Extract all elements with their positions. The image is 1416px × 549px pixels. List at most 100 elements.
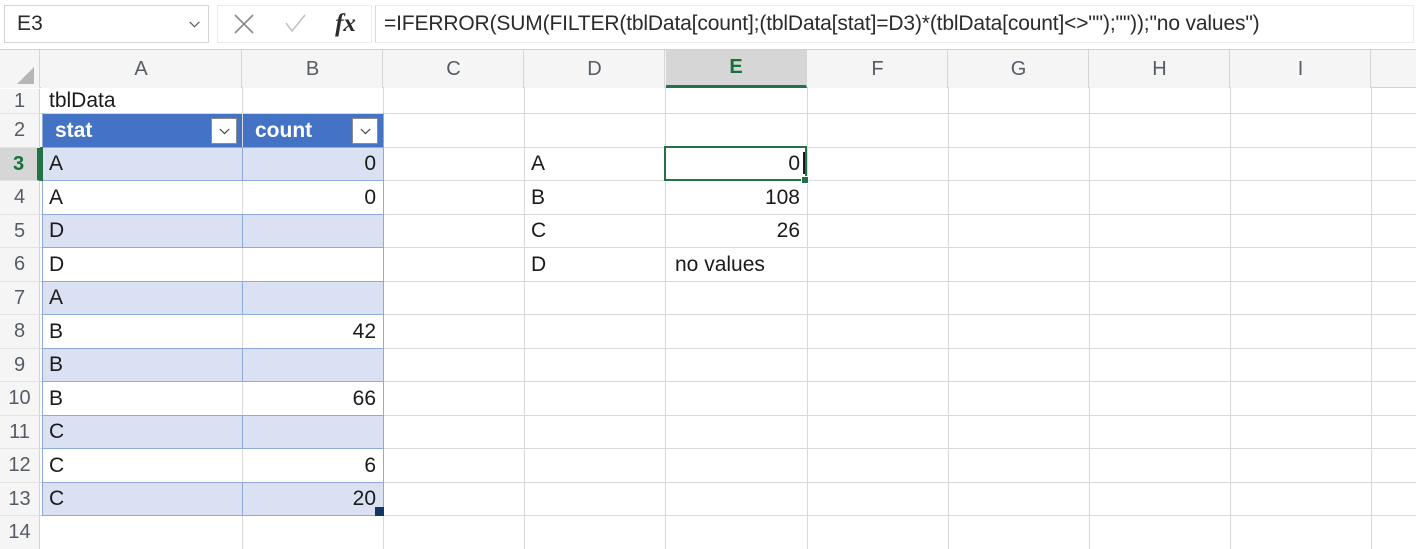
cell-b12[interactable]: 6: [243, 449, 382, 482]
cell-e5[interactable]: 26: [666, 215, 806, 247]
cell-b7[interactable]: [243, 282, 382, 314]
table-edge-right: [383, 113, 384, 516]
row-header-9[interactable]: 9: [0, 349, 40, 382]
select-all-triangle-icon: [17, 67, 34, 84]
cell-b13[interactable]: 20: [243, 483, 382, 515]
row-header-13[interactable]: 13: [0, 483, 40, 516]
cell-a11[interactable]: C: [43, 416, 241, 448]
cell-value: C: [49, 420, 65, 443]
cell-a8[interactable]: B: [43, 315, 241, 348]
gridline-vertical: [1089, 88, 1090, 549]
column-header-g[interactable]: G: [949, 50, 1089, 88]
confirm-formula-button[interactable]: [271, 6, 319, 42]
cell-a10[interactable]: B: [43, 382, 241, 415]
row-header-label: 7: [13, 286, 26, 309]
column-header-label: G: [1010, 57, 1027, 80]
cell-b10[interactable]: 66: [243, 382, 382, 415]
cell-b9[interactable]: [243, 349, 382, 381]
column-header-label: C: [446, 57, 461, 80]
row-header-label: 6: [13, 253, 26, 275]
filter-button-count[interactable]: [352, 118, 378, 144]
cell-value: A: [49, 185, 64, 209]
column-header-b[interactable]: B: [243, 50, 383, 88]
row-header-8[interactable]: 8: [0, 315, 40, 349]
filter-button-stat[interactable]: [211, 118, 237, 144]
cell-d6[interactable]: D: [525, 248, 664, 281]
gridline-vertical: [948, 88, 949, 549]
row-header-10[interactable]: 10: [0, 382, 40, 416]
column-header-label: E: [729, 56, 743, 78]
cell-b4[interactable]: 0: [243, 181, 382, 214]
insert-function-button[interactable]: fx: [322, 6, 370, 42]
cell-value: no values: [675, 252, 765, 276]
row-header-7[interactable]: 7: [0, 282, 40, 315]
name-box-dropdown-button[interactable]: [180, 6, 208, 42]
cell-a6[interactable]: D: [43, 248, 241, 281]
row-header-label: 5: [13, 219, 26, 242]
cell-value: 0: [788, 152, 800, 175]
cell-value: 42: [352, 319, 376, 343]
column-header-f[interactable]: F: [808, 50, 948, 88]
cell-a13[interactable]: C: [43, 483, 241, 515]
column-header-a[interactable]: A: [41, 50, 242, 88]
column-header-label: D: [587, 57, 602, 80]
column-header-i[interactable]: I: [1231, 50, 1371, 88]
column-header-c[interactable]: C: [384, 50, 524, 88]
formula-input[interactable]: =IFERROR(SUM(FILTER(tblData[count];(tblD…: [375, 5, 1414, 43]
cell-a4[interactable]: A: [43, 181, 241, 214]
cell-value: B: [49, 319, 64, 343]
fill-handle[interactable]: [801, 176, 809, 184]
cell-value: D: [531, 252, 547, 276]
cell-value: C: [49, 453, 65, 477]
row-header-11[interactable]: 11: [0, 416, 40, 449]
select-all-corner-button[interactable]: [0, 50, 40, 88]
cell-d5[interactable]: C: [525, 215, 664, 247]
cell-value: C: [49, 487, 65, 510]
row-header-3[interactable]: 3: [0, 148, 40, 181]
row-header-14[interactable]: 14: [0, 516, 40, 549]
cell-e6[interactable]: no values: [669, 248, 809, 281]
row-header-6[interactable]: 6: [0, 248, 40, 282]
cell-a7[interactable]: A: [43, 282, 241, 314]
column-header-d[interactable]: D: [525, 50, 665, 88]
name-box-value[interactable]: E3: [5, 12, 180, 36]
cancel-formula-button[interactable]: [220, 6, 268, 42]
spreadsheet-grid[interactable]: stat count A B C D E F G H I 1 2 3 4 5 6…: [0, 50, 1416, 549]
cell-e3[interactable]: 0: [666, 148, 806, 180]
cell-a5[interactable]: D: [43, 215, 241, 247]
cell-a9[interactable]: B: [43, 349, 241, 381]
cell-b5[interactable]: [243, 215, 382, 247]
row-header-label: 12: [8, 454, 31, 476]
cell-e4[interactable]: 108: [666, 181, 806, 214]
row-header-4[interactable]: 4: [0, 181, 40, 215]
row-header-2[interactable]: 2: [0, 114, 40, 148]
fx-icon: fx: [335, 10, 356, 37]
column-header-h[interactable]: H: [1090, 50, 1230, 88]
column-header-label: F: [871, 57, 884, 80]
column-header-label: H: [1152, 57, 1167, 80]
cell-d4[interactable]: B: [525, 181, 664, 214]
cell-b6[interactable]: [243, 248, 382, 281]
check-icon: [284, 14, 306, 33]
cell-b3[interactable]: 0: [243, 148, 382, 180]
row-header-label: 3: [12, 152, 25, 175]
cell-a12[interactable]: C: [43, 449, 241, 482]
cell-b8[interactable]: 42: [243, 315, 382, 348]
column-header-e[interactable]: E: [666, 50, 807, 88]
cell-b11[interactable]: [243, 416, 382, 448]
row-header-5[interactable]: 5: [0, 215, 40, 248]
cell-d3[interactable]: A: [525, 148, 664, 180]
cell-edit-caret: [803, 152, 805, 174]
column-header-label: I: [1297, 57, 1304, 80]
cell-value: 66: [352, 386, 376, 410]
name-box[interactable]: E3: [4, 5, 209, 43]
chevron-down-icon: [188, 20, 200, 27]
close-icon: [233, 14, 254, 34]
cell-value: 20: [352, 487, 376, 510]
row-header-12[interactable]: 12: [0, 449, 40, 483]
table-band-border: [43, 515, 383, 516]
table-header-label: count: [255, 118, 313, 142]
cell-a1[interactable]: tblData: [43, 89, 241, 113]
row-header-1[interactable]: 1: [0, 89, 40, 114]
cell-a3[interactable]: A: [43, 148, 241, 180]
